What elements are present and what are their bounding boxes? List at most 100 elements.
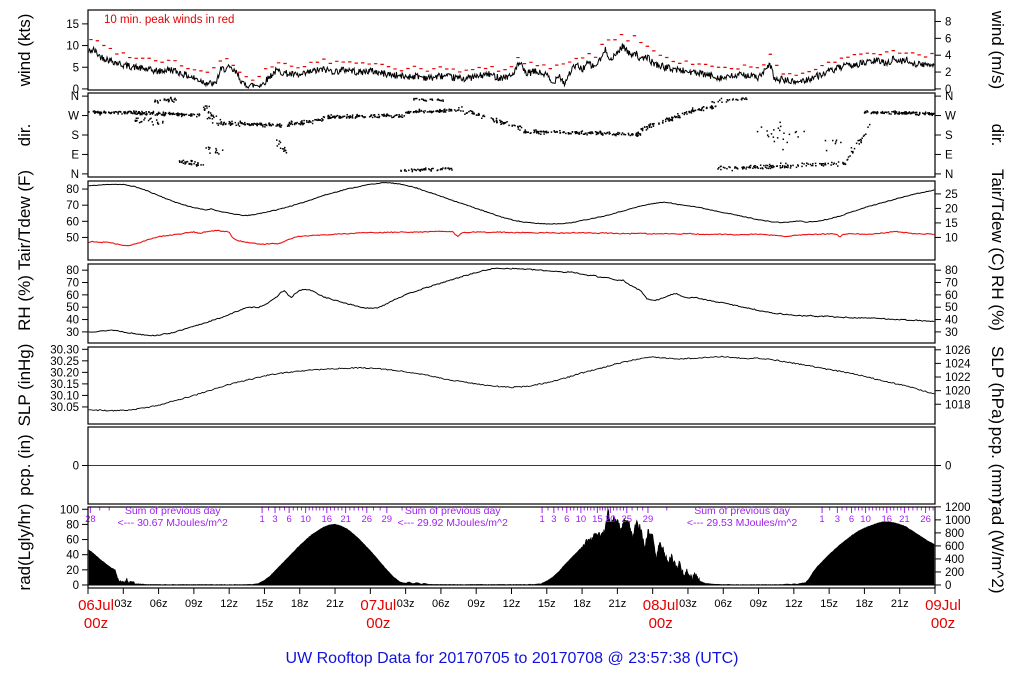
dir-dot <box>846 159 848 161</box>
dir-dot <box>481 117 483 120</box>
axis-title-tair-left: Tair/Tdew (F) <box>15 169 34 271</box>
dir-dot <box>99 114 101 116</box>
dir-dot <box>149 118 151 120</box>
dir-dot <box>136 113 138 115</box>
dir-dot <box>312 120 314 122</box>
dir-dot <box>221 149 224 151</box>
dir-dot <box>766 130 768 132</box>
dir-dot <box>202 164 205 166</box>
dir-dot <box>681 112 684 115</box>
dir-dot <box>159 112 161 115</box>
plot-canvas: 28 1 3 6 10 16 21 26 29 1 3 6 10 15 20 25 29 1 3 6 10 16 21 260… <box>50 9 971 632</box>
dir-dot <box>265 124 268 127</box>
dir-dot <box>217 124 220 126</box>
dir-dot <box>237 124 240 126</box>
dir-dot <box>209 112 212 114</box>
axis-title-rad-left: rad(Lgly/hr) <box>15 503 34 591</box>
axis-title-rh-left: RH (%) <box>15 275 34 331</box>
axis-title-slp-right: SLP (hPa) <box>988 345 1007 425</box>
dir-dot <box>868 123 871 126</box>
dir-dot <box>272 124 274 126</box>
dir-dot <box>377 113 380 116</box>
right-tick-label: 1024 <box>945 358 971 370</box>
dir-dot <box>809 163 812 166</box>
dir-dot <box>812 162 814 165</box>
dir-dot <box>852 152 854 154</box>
dir-dot <box>432 167 434 170</box>
series-line <box>88 229 935 247</box>
x-tick-label: 18z <box>856 598 874 610</box>
dir-dot <box>263 123 265 126</box>
dir-dot <box>524 130 527 133</box>
dir-dot <box>517 125 519 128</box>
dir-dot <box>218 153 220 155</box>
dir-dot <box>595 131 598 134</box>
dir-dot <box>694 109 697 112</box>
dir-dot <box>754 164 756 167</box>
x-tick-label: 21z <box>891 598 909 610</box>
dir-dot <box>636 135 638 138</box>
dir-dot <box>191 115 193 117</box>
cumsum-tick-label: 6 <box>564 514 569 525</box>
dir-dot <box>542 130 545 132</box>
dir-dot <box>408 169 410 172</box>
left-tick-label: 40 <box>66 315 79 327</box>
dir-dot <box>137 117 139 119</box>
panel-rh: 304050607080304050607080 <box>66 263 958 344</box>
dir-dot <box>419 168 422 171</box>
axis-title-dir-right: dir. <box>988 123 1007 147</box>
dir-dot <box>779 129 781 132</box>
dir-dot <box>664 120 667 123</box>
dir-dot <box>443 110 446 113</box>
dir-dot <box>639 134 642 136</box>
left-tick-label: 30.30 <box>50 344 79 356</box>
dir-dot <box>677 113 679 115</box>
dir-dot <box>722 166 725 169</box>
dir-dot <box>753 166 756 169</box>
dir-dot <box>215 149 218 152</box>
dir-dot <box>235 124 237 127</box>
left-tick-label: 0 <box>73 580 79 592</box>
dir-dot <box>419 170 422 172</box>
dir-dot <box>462 110 464 112</box>
dir-dot <box>711 101 714 103</box>
right-tick-label: 0 <box>945 461 951 473</box>
dir-dot <box>583 133 586 135</box>
dir-dot <box>444 167 447 169</box>
cumsum-tick-label: 20 <box>605 514 616 525</box>
cumsum-tick-label: 10 <box>300 514 311 525</box>
left-tick-label: 70 <box>66 278 79 290</box>
dir-dot <box>417 168 419 171</box>
x-tick-label: 18z <box>291 598 309 610</box>
dir-dot <box>330 114 332 116</box>
dir-dot <box>772 164 774 167</box>
dir-dot <box>192 113 194 115</box>
dir-dot <box>238 125 241 127</box>
dir-dot <box>168 99 170 102</box>
dir-dot <box>493 121 495 123</box>
dir-dot <box>821 164 823 166</box>
dir-dot <box>152 112 154 114</box>
left-tick-label: 60 <box>66 535 79 547</box>
dir-dot <box>756 130 759 133</box>
dir-dot <box>458 107 460 109</box>
dir-dot <box>246 123 249 125</box>
dir-dot <box>173 101 175 103</box>
dir-dot <box>717 168 719 170</box>
right-tick-label: 25 <box>945 189 958 201</box>
dir-dot <box>218 122 220 125</box>
dir-dot <box>283 150 285 152</box>
dir-dot <box>177 113 179 116</box>
dir-dot <box>287 124 290 126</box>
dir-dot <box>163 114 165 117</box>
dir-dot <box>919 111 921 114</box>
sum-annotation-line1: Sum of previous day <box>694 505 790 517</box>
axis-title-tair-right: Tair/Tdew (C) <box>988 168 1007 272</box>
dir-dot <box>547 131 549 134</box>
dir-dot <box>210 113 213 116</box>
dir-dot <box>110 112 112 114</box>
cumsum-tick-label: 10 <box>860 514 871 525</box>
dir-dot <box>437 169 439 171</box>
dir-dot <box>127 111 130 113</box>
dir-dot <box>398 113 400 116</box>
